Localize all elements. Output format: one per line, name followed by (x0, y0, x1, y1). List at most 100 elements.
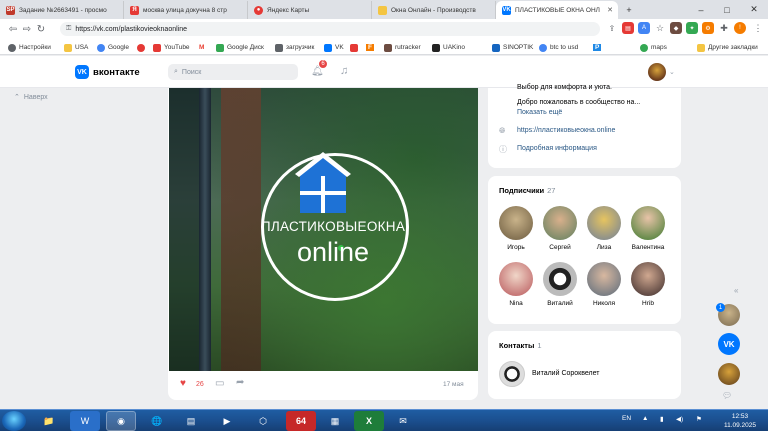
clock-date: 11.09.2025 (723, 422, 757, 429)
contacts-title[interactable]: Контакты 1 (499, 341, 542, 350)
post-photo[interactable]: ПЛАСТИКОВЫЕОКНА online (169, 88, 478, 371)
scroll-top-link[interactable]: ⌃ Наверх (14, 93, 48, 101)
show-more-link[interactable]: Показать ещё (517, 109, 562, 116)
puzzle-icon[interactable]: ✚ (718, 22, 730, 34)
share-icon[interactable]: ➦ (236, 377, 244, 388)
back-arrow-icon[interactable]: ⇦ (6, 24, 20, 35)
extension-icon-4[interactable]: ⚙ (702, 22, 714, 34)
subscriber-item[interactable]: Валентина (628, 206, 668, 251)
bookmark-usa[interactable]: USA (64, 42, 88, 53)
bookmark-vk[interactable]: VK (324, 42, 344, 53)
bookmark-rutracker[interactable]: rutracker (384, 42, 421, 53)
like-count[interactable]: 26 (196, 381, 204, 388)
aida64-taskbar-icon[interactable]: 64 (286, 411, 316, 431)
music-icon[interactable]: ♫ (340, 65, 348, 77)
collapse-chevron-icon[interactable]: « (734, 286, 738, 295)
bookmark-gmail[interactable]: M (199, 42, 204, 53)
extension-icon[interactable]: ▤ (622, 22, 634, 34)
reload-icon[interactable]: ↻ (34, 24, 48, 35)
flag-tray-icon[interactable]: ⚑ (696, 415, 702, 423)
bookmark-maps[interactable]: maps (640, 42, 667, 53)
subscriber-item[interactable]: Nina (496, 262, 536, 307)
floating-chat-avatar-2[interactable] (718, 363, 740, 385)
heart-icon[interactable]: ♥ (180, 378, 186, 389)
drive-icon (216, 43, 224, 52)
browser-tab-5[interactable]: VK ПЛАСТИКОВЫЕ ОКНА ОНЛ ✕ (496, 1, 618, 19)
bookmark-yandex[interactable] (137, 42, 148, 53)
start-button[interactable] (2, 411, 26, 431)
bookmark-btc[interactable]: btc to usd (539, 42, 578, 53)
chevron-up-icon: ⌃ (14, 94, 20, 101)
bookmark-google[interactable]: Google (97, 42, 129, 53)
subscribers-title[interactable]: Подписчики 27 (499, 186, 555, 195)
maximize-button[interactable]: □ (714, 0, 740, 19)
avatar[interactable] (499, 361, 525, 387)
translate-icon[interactable]: A (638, 22, 650, 34)
bookmark-red[interactable] (350, 42, 361, 53)
post-date[interactable]: 17 мая (443, 381, 464, 388)
share-icon[interactable]: ⇪ (606, 22, 618, 34)
comment-icon[interactable]: ▭ (215, 378, 224, 389)
tray-chevron-icon[interactable]: ▲ (642, 415, 648, 422)
bookmark-f[interactable]: F (366, 42, 374, 53)
close-tab-icon[interactable]: ✕ (607, 6, 613, 14)
bookmark-sinoptik[interactable]: SINOPTIK (492, 42, 533, 53)
contact-name[interactable]: Виталий Сороквелет (532, 370, 600, 377)
vk-brand[interactable]: вконтакте (93, 67, 140, 78)
subscriber-item[interactable]: Лиза (584, 206, 624, 251)
bookmark-other[interactable]: Другие закладки (697, 42, 758, 53)
extension-icon-3[interactable]: ✦ (686, 22, 698, 34)
network-taskbar-icon[interactable]: 🌐 (142, 411, 172, 431)
search-input[interactable]: ⌕ Поиск (168, 64, 298, 80)
browser-tab-4[interactable]: Окна Онлайн - Производств (372, 1, 496, 19)
app-taskbar-icon-4[interactable]: ▦ (320, 411, 350, 431)
minimize-button[interactable]: – (688, 0, 714, 19)
vk-logo-icon[interactable]: VK (75, 65, 89, 79)
clock[interactable]: 12:53 11.09.2025 (720, 412, 760, 430)
network-tray-icon[interactable]: ▮ (660, 415, 664, 423)
bookmark-downloader[interactable]: загрузчик (275, 42, 314, 53)
url-input[interactable]: ⚿ https://vk.com/plastikovieoknaonline (60, 22, 600, 36)
star-icon[interactable]: ☆ (654, 22, 666, 34)
forward-arrow-icon[interactable]: ⇨ (20, 24, 34, 35)
f-icon: F (366, 44, 374, 51)
bookmark-uakino[interactable]: UAKino (432, 42, 465, 53)
tab-strip: SP Задание №2663491 - просмо Я москва ул… (0, 0, 768, 19)
app-taskbar-icon[interactable]: W (70, 411, 100, 431)
bookmark-google-drive[interactable]: Google Диск (216, 42, 264, 53)
extension-icon-2[interactable]: ◆ (670, 22, 682, 34)
language-indicator[interactable]: EN (622, 415, 631, 422)
bookmark-p[interactable]: P (593, 42, 602, 53)
chevron-down-icon[interactable]: ⌄ (669, 68, 675, 76)
subscriber-item[interactable]: Сергей (540, 206, 580, 251)
browser-tab-1[interactable]: SP Задание №2663491 - просмо (0, 1, 124, 19)
mail-taskbar-icon[interactable]: ✉ (388, 411, 418, 431)
close-window-button[interactable]: ✕ (740, 0, 768, 19)
menu-icon[interactable]: ⋮ (752, 22, 764, 34)
avatar[interactable] (648, 63, 666, 81)
excel-taskbar-icon[interactable]: X (354, 411, 384, 431)
bookmark-label: YouTube (164, 44, 190, 51)
profile-icon[interactable]: ! (734, 22, 746, 34)
volume-tray-icon[interactable]: ◀) (676, 415, 683, 423)
media-player-taskbar-icon[interactable]: ▶ (212, 411, 242, 431)
explorer-taskbar-icon[interactable]: 📁 (34, 411, 64, 431)
browser-tab-2[interactable]: Я москва улица докучна 8 стр (124, 1, 248, 19)
website-link[interactable]: https://пластиковыеокна.online (517, 127, 615, 134)
app-taskbar-icon-2[interactable]: ⬡ (248, 411, 278, 431)
details-link[interactable]: Подробная информация (517, 145, 597, 152)
post-card: ПЛАСТИКОВЫЕОКНА online ♥ 26 ▭ ➦ 17 мая (168, 88, 478, 400)
subscriber-item[interactable]: Hrib (628, 262, 668, 307)
subscriber-item[interactable]: Игорь (496, 206, 536, 251)
bookmark-settings[interactable]: Настройки (8, 42, 51, 53)
browser-tab-3[interactable]: ● Яндекс Карты (248, 1, 372, 19)
bookmark-youtube[interactable]: YouTube (153, 42, 190, 53)
spreadsheet-taskbar-icon[interactable]: ▤ (176, 411, 206, 431)
yandex-icon (137, 43, 145, 52)
subscriber-item[interactable]: Виталий (540, 262, 580, 307)
chat-bubble-icon[interactable]: 💬︎ (722, 391, 736, 401)
vk-messenger-icon[interactable]: VK (718, 333, 740, 355)
chrome-taskbar-icon[interactable]: ◉ (106, 411, 136, 431)
subscriber-item[interactable]: Николя (584, 262, 624, 307)
new-tab-button[interactable]: + (622, 0, 636, 19)
